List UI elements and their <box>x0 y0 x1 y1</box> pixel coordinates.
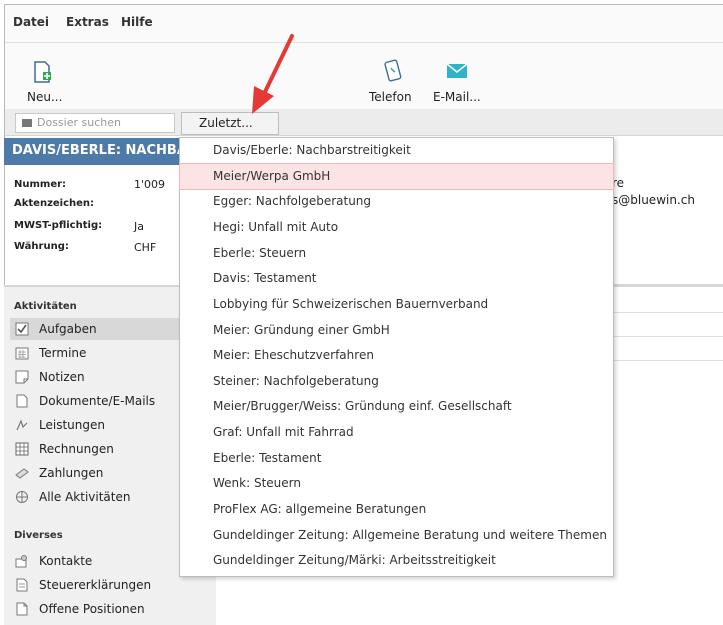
field-value-number: 1'009 <box>134 178 166 191</box>
email-icon <box>446 63 468 78</box>
recent-dossier-label: Steiner: Nachfolgeberatung <box>213 374 379 388</box>
annotation-arrow <box>252 34 294 114</box>
contacts-icon <box>15 555 27 568</box>
calendar-icon <box>15 347 29 360</box>
open-items-icon <box>16 602 28 616</box>
activities-header: Aktivitäten <box>14 301 77 312</box>
note-icon <box>15 370 29 384</box>
recent-dossier-label: Gundeldinger Zeitung: Allgemeine Beratun… <box>213 528 607 542</box>
recent-dossier-item[interactable]: ProFlex AG: allgemeine Beratungen <box>180 497 613 522</box>
sidebar-item-steuererklaerungen[interactable]: Steuererklärungen <box>10 574 210 596</box>
recent-dossier-item[interactable]: Wenk: Steuern <box>180 471 613 496</box>
sidebar-item-label: Zahlungen <box>39 466 104 480</box>
menu-hilfe[interactable]: Hilfe <box>121 15 153 29</box>
new-button-label: Neu... <box>27 90 63 104</box>
sidebar-item-label: Offene Positionen <box>39 602 145 616</box>
recent-dossier-item[interactable]: Egger: Nachfolgeberatung <box>180 189 613 214</box>
phone-icon <box>384 59 402 82</box>
toolbar: Neu... Telefon E-Mail... <box>5 43 723 110</box>
dossier-search-input[interactable]: Dossier suchen <box>15 113 175 133</box>
recent-dossier-label: Lobbying für Schweizerischen Bauernverba… <box>213 297 489 311</box>
recent-dossiers-dropdown: Davis/Eberle: Nachbarstreitigkeit Meier/… <box>179 137 614 577</box>
sidebar-item-offene-positionen[interactable]: Offene Positionen <box>10 598 210 620</box>
recent-dossier-item[interactable]: Eberle: Testament <box>180 446 613 471</box>
recent-dossier-label: Graf: Unfall mit Fahrrad <box>213 425 354 439</box>
new-button[interactable]: Neu... <box>19 43 69 109</box>
payment-icon <box>15 468 29 479</box>
recent-dossier-item[interactable]: Davis/Eberle: Nachbarstreitigkeit <box>180 138 613 163</box>
recent-dossier-item[interactable]: Meier: Gründung einer GmbH <box>180 318 613 343</box>
recent-dossier-item[interactable]: Eberle: Steuern <box>180 241 613 266</box>
folder-icon <box>22 119 32 127</box>
search-placeholder: Dossier suchen <box>37 116 121 129</box>
recent-dossier-label: Meier: Gründung einer GmbH <box>213 323 390 337</box>
recent-dossier-label: Wenk: Steuern <box>213 476 301 490</box>
field-label-vat: MWST-pflichtig: <box>14 220 103 231</box>
phone-button-label: Telefon <box>369 90 412 104</box>
menu-datei[interactable]: Datei <box>13 15 49 29</box>
invoice-icon <box>15 442 29 456</box>
recent-dossier-label: Meier/Brugger/Weiss: Gründung einf. Gese… <box>213 399 512 413</box>
email-button-label: E-Mail... <box>433 90 481 104</box>
phone-button[interactable]: Telefon <box>363 43 423 109</box>
email-button[interactable]: E-Mail... <box>431 43 491 109</box>
dossier-title-text: DAVIS/EBERLE: NACHBA <box>12 143 187 158</box>
recent-dossier-label: Eberle: Steuern <box>213 246 307 260</box>
recent-dossier-label: Gundeldinger Zeitung/Märki: Arbeitsstrei… <box>213 553 496 567</box>
menu-bar: Datei Extras Hilfe <box>5 5 723 43</box>
recent-dossier-label: Meier/Werpa GmbH <box>213 169 331 183</box>
sidebar-item-label: Steuererklärungen <box>39 578 152 592</box>
recent-dossier-label: Egger: Nachfolgeberatung <box>213 194 372 208</box>
tax-return-icon <box>16 578 28 592</box>
recent-dossier-item[interactable]: Graf: Unfall mit Fahrrad <box>180 420 613 445</box>
recent-dossier-item[interactable]: Gundeldinger Zeitung/Märki: Arbeitsstrei… <box>180 548 613 573</box>
sidebar-item-label: Termine <box>39 346 87 360</box>
recent-dossier-item-highlighted[interactable]: Meier/Werpa GmbH <box>179 163 614 190</box>
sidebar-item-label: Aufgaben <box>39 322 97 336</box>
recent-dossier-label: Meier: Eheschutzverfahren <box>213 348 374 362</box>
recent-dossier-item[interactable]: Davis: Testament <box>180 266 613 291</box>
sidebar-item-label: Alle Aktivitäten <box>39 490 131 504</box>
all-activities-icon <box>16 491 28 503</box>
sidebar-item-label: Leistungen <box>39 418 105 432</box>
recent-dossier-label: Davis: Testament <box>213 271 317 285</box>
recent-dossier-label: Eberle: Testament <box>213 451 322 465</box>
checklist-icon <box>15 322 29 336</box>
services-icon <box>16 419 28 431</box>
new-document-icon <box>34 61 51 83</box>
recent-dossier-item[interactable]: Steiner: Nachfolgeberatung <box>180 369 613 394</box>
recent-dossier-item[interactable]: Meier/Brugger/Weiss: Gründung einf. Gese… <box>180 394 613 419</box>
search-row: Dossier suchen Zuletzt... <box>5 109 723 136</box>
recent-dossier-item[interactable]: Hegi: Unfall mit Auto <box>180 215 613 240</box>
field-label-reference: Aktenzeichen: <box>14 198 95 209</box>
field-label-number: Nummer: <box>14 179 67 190</box>
field-value-vat: Ja <box>134 220 144 233</box>
sidebar-item-label: Kontakte <box>39 554 93 568</box>
document-icon <box>16 394 28 408</box>
contact-fragment-2: s@bluewin.ch <box>612 193 695 207</box>
recent-dossier-item[interactable]: Gundeldinger Zeitung: Allgemeine Beratun… <box>180 523 613 548</box>
field-label-currency: Währung: <box>14 241 69 252</box>
recent-dossier-label: Hegi: Unfall mit Auto <box>213 220 339 234</box>
misc-header: Diverses <box>14 530 63 541</box>
field-value-currency: CHF <box>134 241 157 254</box>
recent-dossier-item[interactable]: Lobbying für Schweizerischen Bauernverba… <box>180 292 613 317</box>
sidebar-item-label: Notizen <box>39 370 85 384</box>
recent-dossier-label: ProFlex AG: allgemeine Beratungen <box>213 502 427 516</box>
sidebar-item-label: Dokumente/E-Mails <box>39 394 156 408</box>
menu-extras[interactable]: Extras <box>66 15 109 29</box>
recent-dossier-item[interactable]: Meier: Eheschutzverfahren <box>180 343 613 368</box>
sidebar-item-label: Rechnungen <box>39 442 114 456</box>
recent-dossier-label: Davis/Eberle: Nachbarstreitigkeit <box>213 143 411 157</box>
